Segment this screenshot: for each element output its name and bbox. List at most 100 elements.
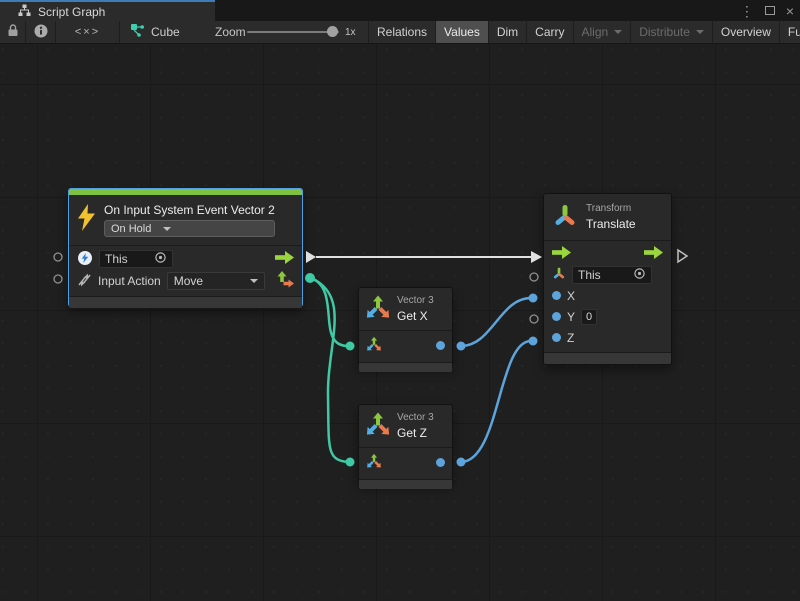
values-button[interactable]: Values (435, 21, 488, 43)
chevron-down-icon (696, 30, 704, 34)
getx-input-port[interactable] (346, 342, 355, 351)
zoom-slider-handle[interactable] (327, 26, 338, 37)
port-row-y: Y 0 (544, 306, 671, 327)
translate-target-port-empty[interactable] (530, 273, 538, 281)
node-title: Translate (586, 217, 636, 231)
port-row-target: This (69, 248, 302, 270)
chevron-down-icon (250, 279, 258, 283)
self-object-icon (77, 250, 93, 269)
port-row-flow (544, 243, 671, 264)
flow-input-icon[interactable] (552, 246, 571, 262)
distribute-dropdown[interactable]: Distribute (630, 21, 712, 43)
overview-button[interactable]: Overview (712, 21, 779, 43)
carry-button[interactable]: Carry (526, 21, 572, 43)
tab-script-graph[interactable]: Script Graph (0, 0, 215, 21)
align-dropdown[interactable]: Align (573, 21, 631, 43)
translate-z-port-connected[interactable] (529, 337, 538, 346)
toolbar-buttons: Relations Values Dim Carry Align Distrib… (368, 21, 800, 43)
event-target-port-empty[interactable] (54, 253, 62, 261)
target-object-field[interactable]: This (572, 266, 652, 284)
wire-getx-to-x[interactable] (461, 298, 531, 346)
y-port-label: Y (567, 310, 575, 324)
script-machine-icon (130, 23, 145, 41)
graph-target-label: Cube (151, 25, 180, 39)
tab-bar: Script Graph ⋮ × (0, 0, 800, 21)
wire-vector2-to-getz[interactable] (311, 278, 348, 462)
zoom-value: 1x (345, 21, 356, 43)
dim-button[interactable]: Dim (488, 21, 526, 43)
y-port-icon[interactable] (552, 312, 561, 321)
flow-output-icon[interactable] (644, 246, 663, 262)
vector2-output-icon[interactable] (277, 271, 294, 291)
zoom-label: Zoom (215, 21, 246, 43)
tab-label: Script Graph (38, 5, 105, 19)
info-icon (34, 24, 48, 41)
vector3-icon (365, 411, 391, 442)
flow-output-icon[interactable] (275, 251, 294, 267)
graph-hierarchy-icon (18, 4, 31, 20)
getz-input-port[interactable] (346, 458, 355, 467)
close-icon[interactable]: × (786, 4, 794, 18)
z-port-icon[interactable] (552, 333, 561, 342)
target-object-field[interactable]: This (99, 250, 173, 268)
graph-toolbar: <×> Cube Zoom 1x Relations Values Dim Ca… (0, 21, 800, 44)
chevron-down-icon (163, 227, 171, 231)
getx-output-port[interactable] (457, 342, 466, 351)
object-picker-icon[interactable] (154, 251, 167, 267)
script-graph-window: Script Graph ⋮ × <×> Cube Zoom (0, 0, 800, 601)
graph-target[interactable]: Cube (130, 21, 180, 43)
y-value-input[interactable]: 0 (581, 309, 597, 325)
lock-button[interactable] (0, 21, 26, 43)
node-vector3-get-z[interactable]: Vector 3 Get Z (358, 404, 453, 484)
event-action-port-empty[interactable] (54, 275, 62, 283)
graph-canvas[interactable]: On Input System Event Vector 2 On Hold T… (0, 44, 800, 601)
maximize-icon[interactable] (765, 6, 775, 15)
node-footer (359, 479, 452, 489)
port-row-z: Z (544, 327, 671, 348)
vector3-input-icon[interactable] (366, 453, 382, 472)
translate-x-port-connected[interactable] (529, 294, 538, 303)
translate-y-port-empty[interactable] (530, 315, 538, 323)
node-vector3-get-x[interactable]: Vector 3 Get X (358, 287, 453, 367)
flow-wire-start-arrow (306, 251, 316, 263)
wire-getz-to-z[interactable] (461, 341, 531, 462)
node-on-input-system-event[interactable]: On Input System Event Vector 2 On Hold T… (68, 188, 303, 307)
vector3-input-icon[interactable] (366, 336, 382, 355)
x-port-label: X (567, 289, 575, 303)
menu-icon[interactable]: ⋮ (740, 4, 754, 18)
zoom-slider-track (247, 31, 339, 33)
vector3-icon (365, 294, 391, 325)
z-port-label: Z (567, 331, 574, 345)
node-title: Get X (397, 309, 434, 323)
port-row-x: X (544, 285, 671, 306)
float-output-icon[interactable] (436, 458, 445, 467)
info-button[interactable] (26, 21, 56, 43)
vector2-output-port[interactable] (305, 273, 315, 283)
port-row-target: This (544, 264, 671, 285)
flow-out-port-triangle[interactable] (678, 250, 687, 262)
port-row-vector (359, 450, 452, 475)
code-view-icon: <×> (75, 26, 100, 38)
window-controls: ⋮ × (740, 0, 794, 21)
event-mode-dropdown[interactable]: On Hold (104, 220, 275, 237)
input-action-label: Input Action (98, 274, 161, 288)
full-screen-button[interactable]: Full Screen (779, 21, 800, 43)
x-port-icon[interactable] (552, 291, 561, 300)
node-transform-translate[interactable]: Transform Translate (543, 193, 672, 365)
node-category: Transform (586, 203, 636, 214)
input-action-icon (77, 273, 92, 290)
object-picker-icon[interactable] (633, 267, 646, 283)
zoom-slider[interactable] (247, 21, 339, 43)
code-view-button[interactable]: <×> (56, 21, 120, 43)
float-output-icon[interactable] (436, 341, 445, 350)
flow-wire-end-arrow (531, 251, 542, 263)
port-row-vector (359, 333, 452, 358)
node-footer (359, 362, 452, 372)
lightning-bolt-icon (77, 204, 96, 236)
getz-output-port[interactable] (457, 458, 466, 467)
wire-vector2-to-getx[interactable] (311, 278, 348, 346)
node-title: Get Z (397, 426, 434, 440)
input-action-dropdown[interactable]: Move (167, 272, 265, 290)
relations-button[interactable]: Relations (368, 21, 435, 43)
node-category: Vector 3 (397, 412, 434, 423)
